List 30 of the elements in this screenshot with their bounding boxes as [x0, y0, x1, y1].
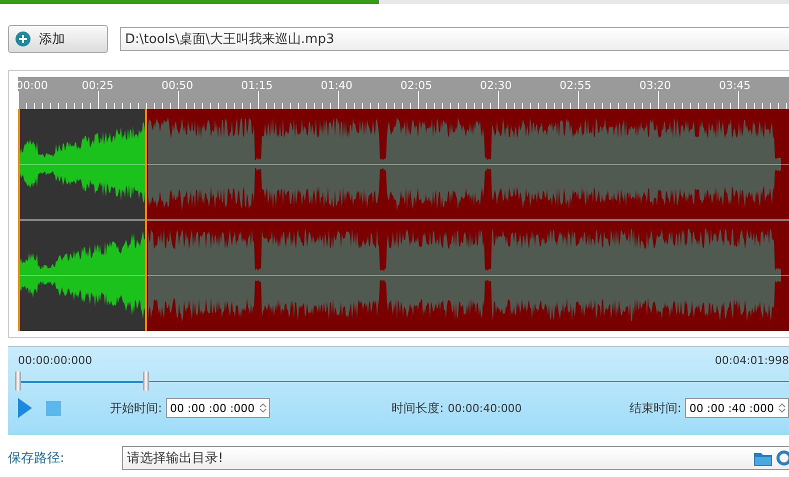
time-label: 01:40 — [320, 79, 352, 92]
end-time-label: 结束时间: — [629, 400, 682, 416]
file-path-field[interactable]: D:\tools\桌面\大王叫我来巡山.mp3 — [120, 27, 789, 51]
time-label: 02:30 — [480, 79, 512, 92]
time-label: 02:55 — [560, 79, 592, 92]
duration-value: 00:00:40:000 — [448, 402, 522, 414]
start-time-label: 开始时间: — [110, 400, 162, 416]
add-button[interactable]: 添加 — [8, 25, 108, 53]
time-label: 02:05 — [400, 79, 432, 92]
end-handle[interactable] — [142, 371, 149, 391]
save-path-placeholder: 请选择输出目录! — [127, 450, 224, 467]
range-slider[interactable] — [18, 371, 789, 393]
end-time-field[interactable]: 00 :00 :40 :000 — [685, 398, 789, 418]
folder-icon[interactable] — [754, 450, 772, 466]
save-path-label: 保存路径: — [8, 450, 66, 467]
time-label: 00:50 — [161, 79, 194, 92]
spinner-arrows-icon[interactable] — [778, 402, 786, 414]
duration-label: 时间长度: — [392, 400, 444, 416]
start-time-field[interactable]: 00 :00 :00 :000 — [166, 398, 270, 418]
time-label: 00:25 — [82, 79, 114, 92]
time-label: 03:20 — [639, 79, 672, 92]
end-time-total: 00:04:01:998 — [714, 354, 789, 367]
play-icon[interactable] — [18, 398, 32, 418]
time-label: 03:45 — [718, 79, 751, 92]
start-handle[interactable] — [15, 371, 21, 391]
spinner-arrows-icon[interactable] — [258, 402, 267, 414]
start-time-total: 00:00:00:000 — [18, 354, 92, 367]
save-path-field[interactable]: 请选择输出目录! — [122, 446, 789, 470]
plus-icon — [15, 31, 31, 47]
time-label: 01:15 — [241, 79, 273, 92]
